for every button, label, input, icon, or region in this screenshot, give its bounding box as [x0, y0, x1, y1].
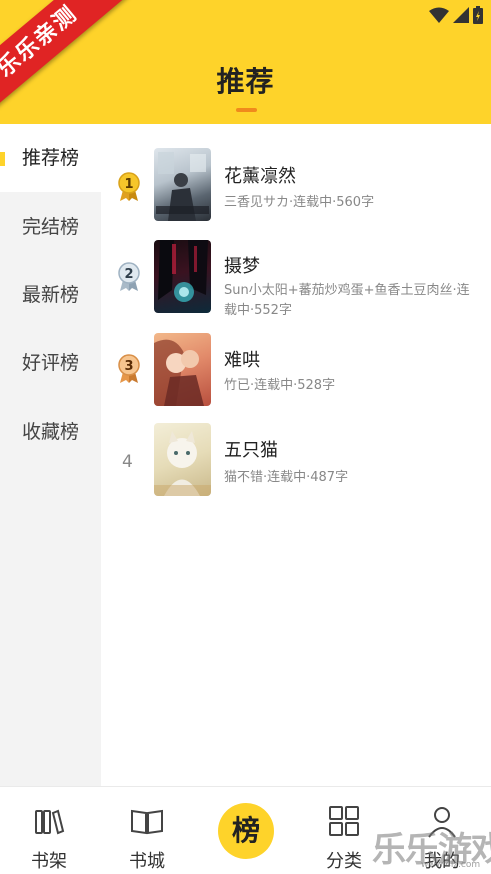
sidebar-item-newest[interactable]: 最新榜: [0, 261, 101, 329]
book-row[interactable]: 1 花薰凛然 三香见サカ·连载中·560字: [101, 124, 491, 221]
nav-item-bookshelf[interactable]: 书架: [9, 787, 89, 874]
rank-number-label: 3: [124, 359, 133, 374]
battery-icon: [473, 6, 483, 24]
nav-label: 书架: [31, 851, 67, 872]
book-meta: Sun小太阳+蕃茄炒鸡蛋+鱼香土豆肉丝·连载中·552字: [224, 283, 470, 318]
category-sidebar: 推荐榜 完结榜 最新榜 好评榜 收藏榜: [0, 124, 101, 786]
nav-item-bookstore[interactable]: 书城: [107, 787, 187, 874]
grid-icon: [329, 806, 359, 836]
sidebar-item-top-rated[interactable]: 好评榜: [0, 329, 101, 397]
signal-icon: [453, 7, 469, 23]
book-meta: 猫不错·连载中·487字: [224, 470, 349, 485]
book-row[interactable]: 3 难哄 竹已·连载中·528字: [101, 324, 491, 416]
book-cover[interactable]: [154, 333, 211, 406]
book-row[interactable]: 2 摄梦 Sun小太阳+蕃茄炒鸡蛋+鱼香土豆肉丝·连载中·552字: [101, 220, 491, 324]
book-title[interactable]: 摄梦: [224, 252, 260, 278]
book-title[interactable]: 难哄: [224, 346, 260, 372]
rank-number-label: 2: [124, 267, 133, 282]
wifi-icon: [429, 7, 449, 23]
nav-label: 书城: [129, 851, 165, 872]
silver-medal-icon: 2: [118, 262, 140, 291]
book-open-icon: [131, 809, 163, 835]
bronze-medal-icon: 3: [118, 354, 140, 383]
title-underline: [236, 108, 257, 112]
bookshelf-icon: [35, 809, 65, 835]
sidebar-item-recommend[interactable]: 推荐榜: [0, 124, 101, 192]
page-title: 推荐: [216, 65, 275, 98]
book-title[interactable]: 花薰凛然: [224, 162, 296, 188]
sidebar-item-completed[interactable]: 完结榜: [0, 193, 101, 261]
book-title[interactable]: 五只猫: [224, 436, 278, 462]
rank-number-label: 1: [124, 177, 133, 192]
sidebar-item-favorites[interactable]: 收藏榜: [0, 398, 101, 466]
book-meta: 竹已·连载中·528字: [224, 378, 336, 393]
book-row[interactable]: 4 五只猫 猫不错·连载中·487字: [101, 416, 491, 508]
book-meta: 三香见サカ·连载中·560字: [224, 195, 375, 210]
nav-item-ranking[interactable]: 榜: [218, 803, 274, 859]
rank-number-label: 4: [122, 452, 133, 472]
book-list: 1 花薰凛然 三香见サカ·连载中·560字 2 摄梦 Sun小太阳+蕃茄炒鸡蛋+…: [101, 124, 491, 786]
book-cover[interactable]: [154, 423, 211, 496]
gold-medal-icon: 1: [118, 172, 140, 201]
book-cover[interactable]: [154, 240, 211, 313]
book-cover[interactable]: [154, 148, 211, 221]
watermark-url: www.4lz.com: [421, 860, 481, 870]
status-bar: [429, 6, 483, 24]
